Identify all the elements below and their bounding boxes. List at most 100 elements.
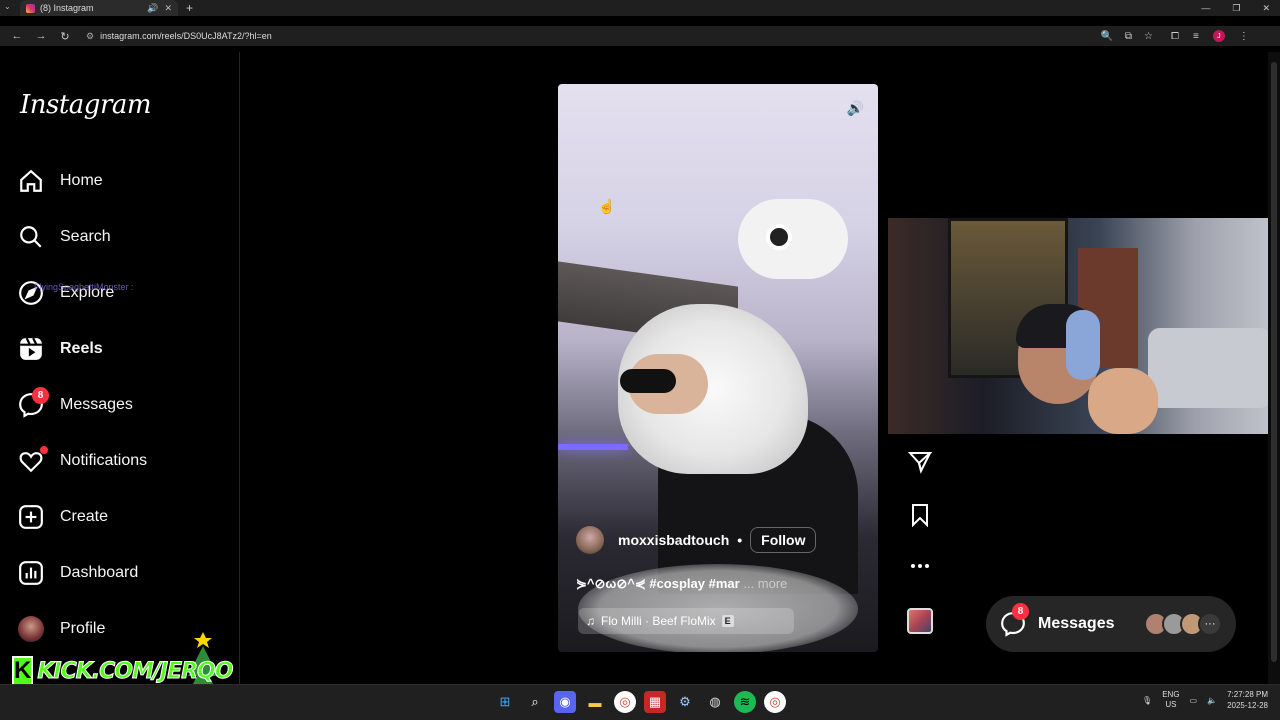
save-button[interactable] <box>906 501 934 529</box>
search-icon <box>20 226 42 248</box>
music-note-icon: ♫ <box>586 614 595 628</box>
sidebar: Instagram Home Search Explore FlyingSpag… <box>0 52 240 712</box>
media-controls-icon[interactable]: ≡ <box>1193 31 1199 42</box>
webcam-couch <box>1148 328 1272 408</box>
video-mask <box>620 369 676 393</box>
ellipsis-icon <box>911 564 929 568</box>
send-icon <box>908 452 932 474</box>
restore-icon[interactable]: ❐ <box>1232 3 1240 14</box>
messages-badge: 8 <box>1012 603 1029 620</box>
sidebar-item-label: Dashboard <box>60 564 139 581</box>
messages-label: Messages <box>1038 615 1115 632</box>
caption-more-link[interactable]: ... more <box>743 576 787 591</box>
video-led-strip <box>558 444 628 450</box>
messages-floating-button[interactable]: 8 Messages ··· <box>986 596 1236 652</box>
minimize-icon[interactable]: — <box>1201 3 1210 13</box>
sidebar-item-reels[interactable]: Reels <box>18 329 228 369</box>
url-field[interactable]: ⚙ instagram.com/reels/DS0UcJ8ATz2/?hl=en… <box>86 27 1161 45</box>
sidebar-item-dashboard[interactable]: Dashboard <box>18 553 228 593</box>
tab-audio-icon[interactable]: 🔊 <box>147 3 158 14</box>
taskbar-search-icon[interactable]: ⌕ <box>524 691 546 713</box>
window-controls: — ❐ ✕ <box>1201 0 1270 16</box>
address-bar-row: ← → ↻ ⚙ instagram.com/reels/DS0UcJ8ATz2/… <box>0 26 1280 46</box>
browser-menu-icon[interactable]: ⋮ <box>1239 31 1249 42</box>
sidebar-item-label: Home <box>60 172 103 189</box>
more-chats-indicator: ··· <box>1198 612 1222 636</box>
volume-icon[interactable]: 🔊 <box>847 100 864 117</box>
reels-icon <box>20 337 42 360</box>
browser-tab-bar: ⌄ (8) Instagram 🔊 ✕ + — ❐ ✕ <box>0 0 1280 16</box>
bookmark-icon <box>912 504 928 527</box>
windows-start-icon[interactable]: ⊞ <box>494 691 516 713</box>
video-plush-eye <box>766 224 792 250</box>
sidebar-item-explore[interactable]: Explore <box>18 273 228 313</box>
windows-taskbar: ⊞ ⌕ ◉ ▬ ◎ ▦ ⚙ ◍ ≋ ◎ 🎙 ENG US ▭ 🔈 7:27:28… <box>0 684 1280 720</box>
new-tab-button[interactable]: + <box>186 1 193 15</box>
instagram-logo[interactable]: Instagram <box>20 90 152 120</box>
url-text[interactable]: instagram.com/reels/DS0UcJ8ATz2/?hl=en <box>100 31 1100 41</box>
back-icon[interactable]: ← <box>10 30 24 42</box>
explicit-badge: E <box>721 615 734 627</box>
clock[interactable]: 7:27:28 PM 2025-12-28 <box>1227 689 1268 711</box>
chrome-icon[interactable]: ◎ <box>614 691 636 713</box>
language-indicator[interactable]: ENG US <box>1162 690 1179 710</box>
follow-button[interactable]: Follow <box>750 527 817 553</box>
home-icon <box>20 169 42 192</box>
browser-tab-instagram[interactable]: (8) Instagram 🔊 ✕ <box>20 0 178 16</box>
webcam-overlay <box>888 218 1272 434</box>
spotify-icon[interactable]: ≋ <box>734 691 756 713</box>
reel-author-row: moxxisbadtouch • Follow <box>576 526 817 554</box>
instagram-favicon-icon <box>26 3 35 13</box>
sidebar-item-label: Search <box>60 228 111 245</box>
sidebar-item-notifications[interactable]: Notifications <box>18 441 228 481</box>
reel-music-tag[interactable]: ♫ Flo Milli · Beef FloMix E <box>578 608 794 634</box>
reel-caption[interactable]: ⋟^⊘ω⊘^⋞ #cosplay #mar ... more <box>576 576 787 592</box>
original-audio-thumbnail[interactable] <box>907 608 933 634</box>
app-icon[interactable]: ▦ <box>644 691 666 713</box>
more-options-button[interactable] <box>906 552 934 580</box>
speaker-icon[interactable]: 🔈 <box>1207 696 1217 705</box>
share-button[interactable] <box>906 448 934 476</box>
music-title: Flo Milli · Beef FloMix <box>601 614 716 628</box>
reel-video[interactable]: 🔊 ☝ moxxisbadtouch • Follow ⋟^⊘ω⊘^⋞ #cos… <box>558 84 878 652</box>
reload-icon[interactable]: ↻ <box>58 30 72 43</box>
webcam-hand <box>1088 368 1158 434</box>
scrollbar-thumb[interactable] <box>1271 62 1277 662</box>
chrome-active-icon[interactable]: ◎ <box>764 691 786 713</box>
sidebar-item-label: Reels <box>60 340 103 357</box>
page-scrollbar[interactable] <box>1268 52 1280 684</box>
discord-icon[interactable]: ◉ <box>554 691 576 713</box>
sidebar-item-home[interactable]: Home <box>18 161 228 201</box>
file-explorer-icon[interactable]: ▬ <box>584 691 606 713</box>
extensions-icon[interactable]: ⧠ <box>1171 31 1179 42</box>
obs-icon[interactable]: ◍ <box>704 691 726 713</box>
sidebar-item-label: Profile <box>60 620 106 637</box>
microphone-icon[interactable]: 🎙 <box>1142 696 1152 705</box>
mouse-cursor-icon: ☝ <box>598 198 616 214</box>
profile-avatar-icon[interactable]: J <box>1212 30 1225 42</box>
separator-dot: • <box>737 532 743 548</box>
author-username[interactable]: moxxisbadtouch <box>618 532 729 548</box>
notification-dot <box>40 446 48 454</box>
plus-square-icon <box>19 505 43 529</box>
forward-icon[interactable]: → <box>34 30 48 42</box>
steam-icon[interactable]: ⚙ <box>674 691 696 713</box>
network-icon[interactable]: ▭ <box>1190 696 1198 705</box>
site-info-icon[interactable]: ⚙ <box>86 31 94 42</box>
stream-chat-overlay: FlyingSpaghettiMonster : <box>34 282 134 292</box>
caption-text: ⋟^⊘ω⊘^⋞ #cosplay #mar <box>576 576 740 591</box>
cast-icon[interactable]: ⧉ <box>1125 31 1132 42</box>
tab-close-icon[interactable]: ✕ <box>164 3 172 14</box>
author-avatar[interactable] <box>576 526 604 554</box>
tab-search-icon[interactable]: ⌄ <box>4 2 11 11</box>
profile-avatar <box>18 616 44 642</box>
close-window-icon[interactable]: ✕ <box>1262 3 1270 14</box>
sidebar-item-label: Messages <box>60 396 133 413</box>
bookmark-star-icon[interactable]: ☆ <box>1144 31 1153 42</box>
sidebar-item-search[interactable]: Search <box>18 217 228 257</box>
zoom-icon[interactable]: 🔍 <box>1100 31 1112 42</box>
webcam-headset <box>1066 310 1100 380</box>
sidebar-item-create[interactable]: Create <box>18 497 228 537</box>
kick-banner-text: KICK.COM/JERQO <box>37 658 234 684</box>
sidebar-item-messages[interactable]: 8 Messages <box>18 385 228 425</box>
